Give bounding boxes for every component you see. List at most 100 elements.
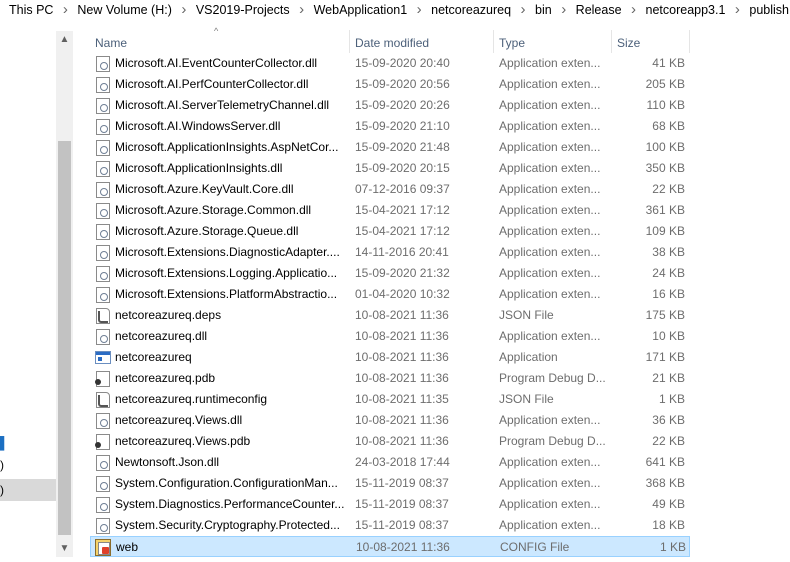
file-name: netcoreazureq.Views.pdb xyxy=(115,434,251,448)
file-type: Application exten... xyxy=(499,329,601,343)
file-row[interactable]: netcoreazureq.Views.pdb 10-08-2021 11:36 P… xyxy=(90,431,690,452)
file-size: 1 KB xyxy=(659,540,686,554)
column-header-row: ^ Name Date modified Type Size xyxy=(90,26,690,53)
dll-file-icon xyxy=(96,329,110,345)
file-row[interactable]: Microsoft.Extensions.DiagnosticAdapter..… xyxy=(90,242,690,263)
file-size: 641 KB xyxy=(645,455,685,469)
file-size: 38 KB xyxy=(652,245,685,259)
file-row[interactable]: netcoreazureq.pdb 10-08-2021 11:36 Program… xyxy=(90,368,690,389)
file-name: System.Security.Cryptography.Protected..… xyxy=(115,518,340,532)
file-date-modified: 24-03-2018 17:44 xyxy=(355,455,450,469)
breadcrumb-item[interactable]: WebApplication1 xyxy=(313,3,409,17)
file-row[interactable]: System.Configuration.ConfigurationMan...… xyxy=(90,473,690,494)
chevron-right-icon[interactable] xyxy=(173,3,195,17)
file-name: netcoreazureq.pdb xyxy=(115,371,216,385)
json-file-icon xyxy=(96,392,110,408)
file-row[interactable]: netcoreazureq.dll 10-08-2021 11:36 Applica… xyxy=(90,326,690,347)
chevron-right-icon[interactable] xyxy=(291,3,313,17)
file-type: Application exten... xyxy=(499,266,601,280)
breadcrumb-item[interactable]: This PC xyxy=(8,3,54,17)
file-type: CONFIG File xyxy=(500,540,570,554)
chevron-right-icon[interactable] xyxy=(408,3,430,17)
config-file-icon xyxy=(95,539,111,556)
file-date-modified: 15-09-2020 21:32 xyxy=(355,266,450,280)
file-type: Application exten... xyxy=(499,518,601,532)
file-row[interactable]: System.Diagnostics.PerformanceCounter...… xyxy=(90,494,690,515)
scrollbar-thumb[interactable] xyxy=(58,141,71,535)
file-row[interactable]: Microsoft.Azure.KeyVault.Core.dll 07-12-2… xyxy=(90,179,690,200)
file-name: Microsoft.AI.WindowsServer.dll xyxy=(115,119,281,133)
chevron-right-icon[interactable] xyxy=(54,3,76,17)
file-date-modified: 10-08-2021 11:36 xyxy=(355,434,449,448)
file-row[interactable]: Microsoft.Azure.Storage.Queue.dll 15-04-2… xyxy=(90,221,690,242)
file-date-modified: 15-11-2019 08:37 xyxy=(355,518,449,532)
file-name: Microsoft.ApplicationInsights.dll xyxy=(115,161,283,175)
file-type: Application exten... xyxy=(499,77,601,91)
file-row[interactable]: Microsoft.ApplicationInsights.AspNetCor.… xyxy=(90,137,690,158)
breadcrumb-item[interactable]: Release xyxy=(575,3,623,17)
scroll-up-arrow-icon[interactable]: ▲ xyxy=(56,31,73,48)
file-row[interactable]: Microsoft.Azure.Storage.Common.dll 15-04-… xyxy=(90,200,690,221)
file-row[interactable]: Microsoft.AI.WindowsServer.dll 15-09-2020… xyxy=(90,116,690,137)
file-type: Application exten... xyxy=(499,224,601,238)
column-header-size[interactable]: Size xyxy=(612,30,690,53)
file-type: Application exten... xyxy=(499,413,601,427)
file-name: netcoreazureq.runtimeconfig xyxy=(115,392,268,406)
file-row[interactable]: Microsoft.Extensions.Logging.Applicatio.… xyxy=(90,263,690,284)
file-row[interactable]: netcoreazureq.deps 10-08-2021 11:36 JSON F… xyxy=(90,305,690,326)
file-type: Application exten... xyxy=(499,203,601,217)
file-row[interactable]: netcoreazureq.Views.dll 10-08-2021 11:36 A… xyxy=(90,410,690,431)
file-size: 110 KB xyxy=(646,98,685,112)
nav-item-fragment[interactable]: ▌ xyxy=(0,436,9,450)
file-size: 41 KB xyxy=(652,56,685,70)
breadcrumb-item[interactable]: publish xyxy=(748,3,790,17)
breadcrumb-item[interactable]: netcoreapp3.1 xyxy=(645,3,727,17)
file-size: 49 KB xyxy=(652,497,685,511)
file-row[interactable]: Microsoft.Extensions.PlatformAbstractio.… xyxy=(90,284,690,305)
dll-file-icon xyxy=(96,224,110,240)
file-row[interactable]: Newtonsoft.Json.dll 24-03-2018 17:44 Appli… xyxy=(90,452,690,473)
file-row[interactable]: web 10-08-2021 11:36 CONFIG File 1 KB xyxy=(90,536,690,557)
file-date-modified: 15-09-2020 20:40 xyxy=(355,56,450,70)
file-name: Microsoft.Azure.Storage.Queue.dll xyxy=(115,224,299,238)
column-header-type[interactable]: Type xyxy=(494,30,612,53)
file-date-modified: 10-08-2021 11:36 xyxy=(355,308,449,322)
column-header-date-modified[interactable]: Date modified xyxy=(350,30,494,53)
chevron-right-icon[interactable] xyxy=(726,3,748,17)
scroll-down-arrow-icon[interactable]: ▼ xyxy=(56,540,73,557)
file-type: Application exten... xyxy=(499,119,601,133)
file-size: 10 KB xyxy=(652,329,685,343)
dll-file-icon xyxy=(96,455,110,471)
dll-file-icon xyxy=(96,203,110,219)
file-row[interactable]: netcoreazureq.runtimeconfig 10-08-2021 11… xyxy=(90,389,690,410)
dll-file-icon xyxy=(96,245,110,261)
file-type: Application exten... xyxy=(499,98,601,112)
column-header-name[interactable]: Name xyxy=(90,30,350,53)
file-name: netcoreazureq.Views.dll xyxy=(115,413,243,427)
breadcrumb-item[interactable]: New Volume (H:) xyxy=(76,3,172,17)
navigation-pane[interactable]: ▌ ) ) xyxy=(0,22,56,562)
breadcrumb-item[interactable]: VS2019-Projects xyxy=(195,3,291,17)
file-row[interactable]: Microsoft.AI.PerfCounterCollector.dll 15-… xyxy=(90,74,690,95)
nav-item-fragment[interactable]: ) xyxy=(0,458,4,472)
dll-file-icon xyxy=(96,476,110,492)
chevron-right-icon[interactable] xyxy=(623,3,645,17)
nav-item-selected[interactable]: ) xyxy=(0,479,56,501)
file-date-modified: 10-08-2021 11:36 xyxy=(355,371,449,385)
breadcrumb-item[interactable]: bin xyxy=(534,3,553,17)
file-size: 175 KB xyxy=(645,308,685,322)
file-row[interactable]: Microsoft.AI.ServerTelemetryChannel.dll 1… xyxy=(90,95,690,116)
file-date-modified: 07-12-2016 09:37 xyxy=(355,182,450,196)
file-row[interactable]: System.Security.Cryptography.Protected..… xyxy=(90,515,690,536)
file-row[interactable]: netcoreazureq 10-08-2021 11:36 Application… xyxy=(90,347,690,368)
vertical-scrollbar[interactable]: ▲ ▼ xyxy=(56,31,73,557)
chevron-right-icon[interactable] xyxy=(512,3,534,17)
file-date-modified: 10-08-2021 11:35 xyxy=(355,392,449,406)
file-size: 24 KB xyxy=(652,266,685,280)
breadcrumb-item[interactable]: netcoreazureq xyxy=(430,3,512,17)
file-type: Application exten... xyxy=(499,182,601,196)
file-row[interactable]: Microsoft.ApplicationInsights.dll 15-09-2… xyxy=(90,158,690,179)
file-row[interactable]: Microsoft.AI.EventCounterCollector.dll 15… xyxy=(90,53,690,74)
chevron-right-icon[interactable] xyxy=(553,3,575,17)
file-size: 36 KB xyxy=(652,413,685,427)
